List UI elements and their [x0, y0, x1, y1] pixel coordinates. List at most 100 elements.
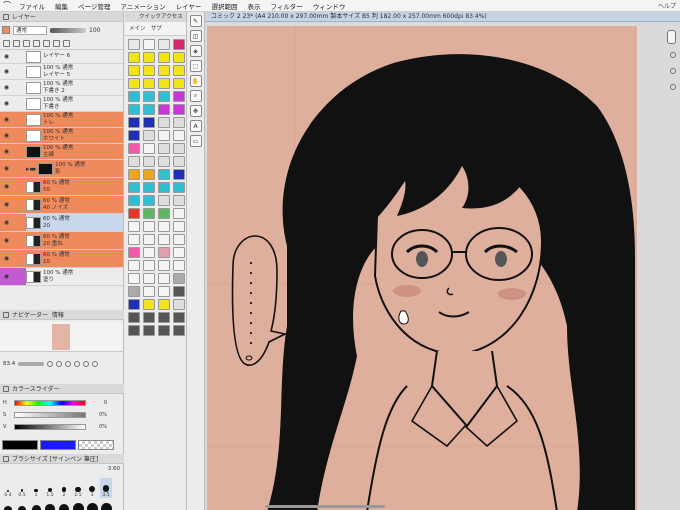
layer-row[interactable]: ◉ 100 % 通常 ホワイト — [0, 128, 123, 144]
reset-icon[interactable] — [92, 361, 99, 367]
command-icon[interactable] — [158, 117, 170, 128]
eye-icon[interactable]: ◉ — [0, 178, 13, 195]
new-folder-icon[interactable] — [13, 40, 20, 47]
move-tool-icon[interactable]: ✥ — [189, 105, 202, 117]
command-icon[interactable] — [143, 312, 155, 323]
brush-size-option[interactable]: 3 — [86, 478, 98, 498]
command-icon[interactable] — [173, 221, 185, 232]
command-icon[interactable] — [158, 143, 170, 154]
command-icon[interactable] — [158, 273, 170, 284]
command-icon[interactable] — [143, 182, 155, 193]
command-icon[interactable] — [173, 117, 185, 128]
menu-item-edit[interactable]: 編集 — [50, 1, 73, 11]
navigator-header[interactable]: ナビゲーター 情報 — [0, 310, 124, 320]
navigator-preview[interactable] — [0, 322, 123, 352]
command-icon[interactable] — [128, 221, 140, 232]
brush-size-option[interactable]: 4 — [2, 500, 14, 510]
layer-row[interactable]: ◉ 100 % 通常 主線 — [0, 144, 123, 160]
command-icon[interactable] — [143, 91, 155, 102]
brush-size-option[interactable]: 5 — [16, 500, 28, 510]
command-icon[interactable] — [128, 286, 140, 297]
command-icon[interactable] — [173, 143, 185, 154]
command-icon[interactable] — [173, 182, 185, 193]
command-icon[interactable] — [173, 78, 185, 89]
scroll-mid-icon[interactable] — [670, 68, 676, 74]
menu-item-filter[interactable]: フィルター — [265, 1, 307, 11]
eye-icon[interactable]: ◉ — [0, 160, 13, 177]
quick-access-header[interactable]: クイックアクセス — [125, 12, 186, 22]
command-icon[interactable] — [158, 325, 170, 336]
brush-size-option[interactable]: 10 — [72, 500, 84, 510]
menu-item-file[interactable]: ファイル — [14, 1, 50, 11]
layer-panel-header[interactable]: レイヤー — [0, 12, 123, 22]
command-icon[interactable] — [128, 299, 140, 310]
brush-size-header[interactable]: ブラシサイズ [サインペン 筆圧] — [0, 454, 124, 464]
eye-icon[interactable]: ◉ — [0, 64, 13, 79]
blend-mode-select[interactable]: 通常 — [13, 25, 47, 35]
command-icon[interactable] — [173, 52, 185, 63]
command-icon[interactable] — [143, 247, 155, 258]
new-layer-icon[interactable] — [3, 40, 10, 47]
lock-icon[interactable] — [43, 40, 50, 47]
hand-tool-icon[interactable]: ✋ — [189, 75, 202, 87]
layer-row[interactable]: ◉ 60 % 通常 10 — [0, 250, 123, 268]
command-icon[interactable] — [173, 156, 185, 167]
clip-icon[interactable] — [33, 40, 40, 47]
command-icon[interactable] — [173, 39, 185, 50]
command-icon[interactable] — [128, 273, 140, 284]
command-icon[interactable] — [128, 247, 140, 258]
command-icon[interactable] — [173, 169, 185, 180]
command-icon[interactable] — [173, 195, 185, 206]
eye-icon[interactable]: ◉ — [0, 80, 13, 95]
command-icon[interactable] — [128, 169, 140, 180]
main-color-chip[interactable] — [2, 440, 38, 450]
command-icon[interactable] — [143, 156, 155, 167]
brush-size-option[interactable]: 6 — [30, 500, 42, 510]
command-icon[interactable] — [143, 143, 155, 154]
command-icon[interactable] — [128, 325, 140, 336]
mask-icon[interactable] — [23, 40, 30, 47]
command-icon[interactable] — [158, 104, 170, 115]
layer-row[interactable]: ◉ 100 % 通常 下書き 2 — [0, 80, 123, 96]
menu-item-view[interactable]: 表示 — [242, 1, 265, 11]
layer-row[interactable]: ◉ 100 % 通常 レイヤー 5 — [0, 64, 123, 80]
command-icon[interactable] — [158, 91, 170, 102]
command-icon[interactable] — [128, 39, 140, 50]
command-icon[interactable] — [158, 195, 170, 206]
command-icon[interactable] — [128, 65, 140, 76]
select-tool-icon[interactable]: ⬚ — [189, 60, 202, 72]
document-tab[interactable]: コミック 2 23* (A4 210.00 x 297.00mm 製本サイズ B… — [205, 12, 680, 22]
command-icon[interactable] — [173, 130, 185, 141]
menu-item-window[interactable]: ウィンドウ — [308, 1, 351, 11]
app-logo-icon[interactable]: ⌒ — [0, 0, 14, 11]
scroll-down-icon[interactable] — [670, 84, 676, 90]
command-icon[interactable] — [173, 273, 185, 284]
command-icon[interactable] — [158, 78, 170, 89]
eye-icon[interactable]: ◉ — [0, 214, 13, 231]
command-icon[interactable] — [128, 234, 140, 245]
layer-row-selected[interactable]: ◉ 60 % 通常 20 — [0, 214, 123, 232]
command-icon[interactable] — [143, 195, 155, 206]
eye-icon[interactable]: ◉ — [0, 268, 13, 285]
command-icon[interactable] — [128, 143, 140, 154]
layer-row[interactable]: ◉ 60 % 通常 50 — [0, 178, 123, 196]
command-icon[interactable] — [143, 221, 155, 232]
eye-icon[interactable]: ◉ — [0, 196, 13, 213]
horizontal-scrollbar[interactable] — [265, 505, 385, 508]
command-icon[interactable] — [173, 247, 185, 258]
color-slider-header[interactable]: カラースライダー — [0, 384, 124, 394]
command-icon[interactable] — [143, 130, 155, 141]
layer-row[interactable]: ◉ 60 % 通常 20 重ね — [0, 232, 123, 250]
command-icon[interactable] — [173, 299, 185, 310]
command-icon[interactable] — [158, 234, 170, 245]
fill-tool-icon[interactable]: ◈ — [189, 45, 202, 57]
text-tool-icon[interactable]: A — [189, 120, 202, 132]
brush-size-option[interactable]: 3.5 — [100, 478, 112, 498]
command-icon[interactable] — [143, 260, 155, 271]
command-icon[interactable] — [128, 117, 140, 128]
command-icon[interactable] — [158, 260, 170, 271]
command-icon[interactable] — [128, 195, 140, 206]
pen-tool-icon[interactable]: ✎ — [189, 15, 202, 27]
layer-row[interactable]: ◉ 100 % 通常 下書き — [0, 96, 123, 112]
command-icon[interactable] — [158, 39, 170, 50]
